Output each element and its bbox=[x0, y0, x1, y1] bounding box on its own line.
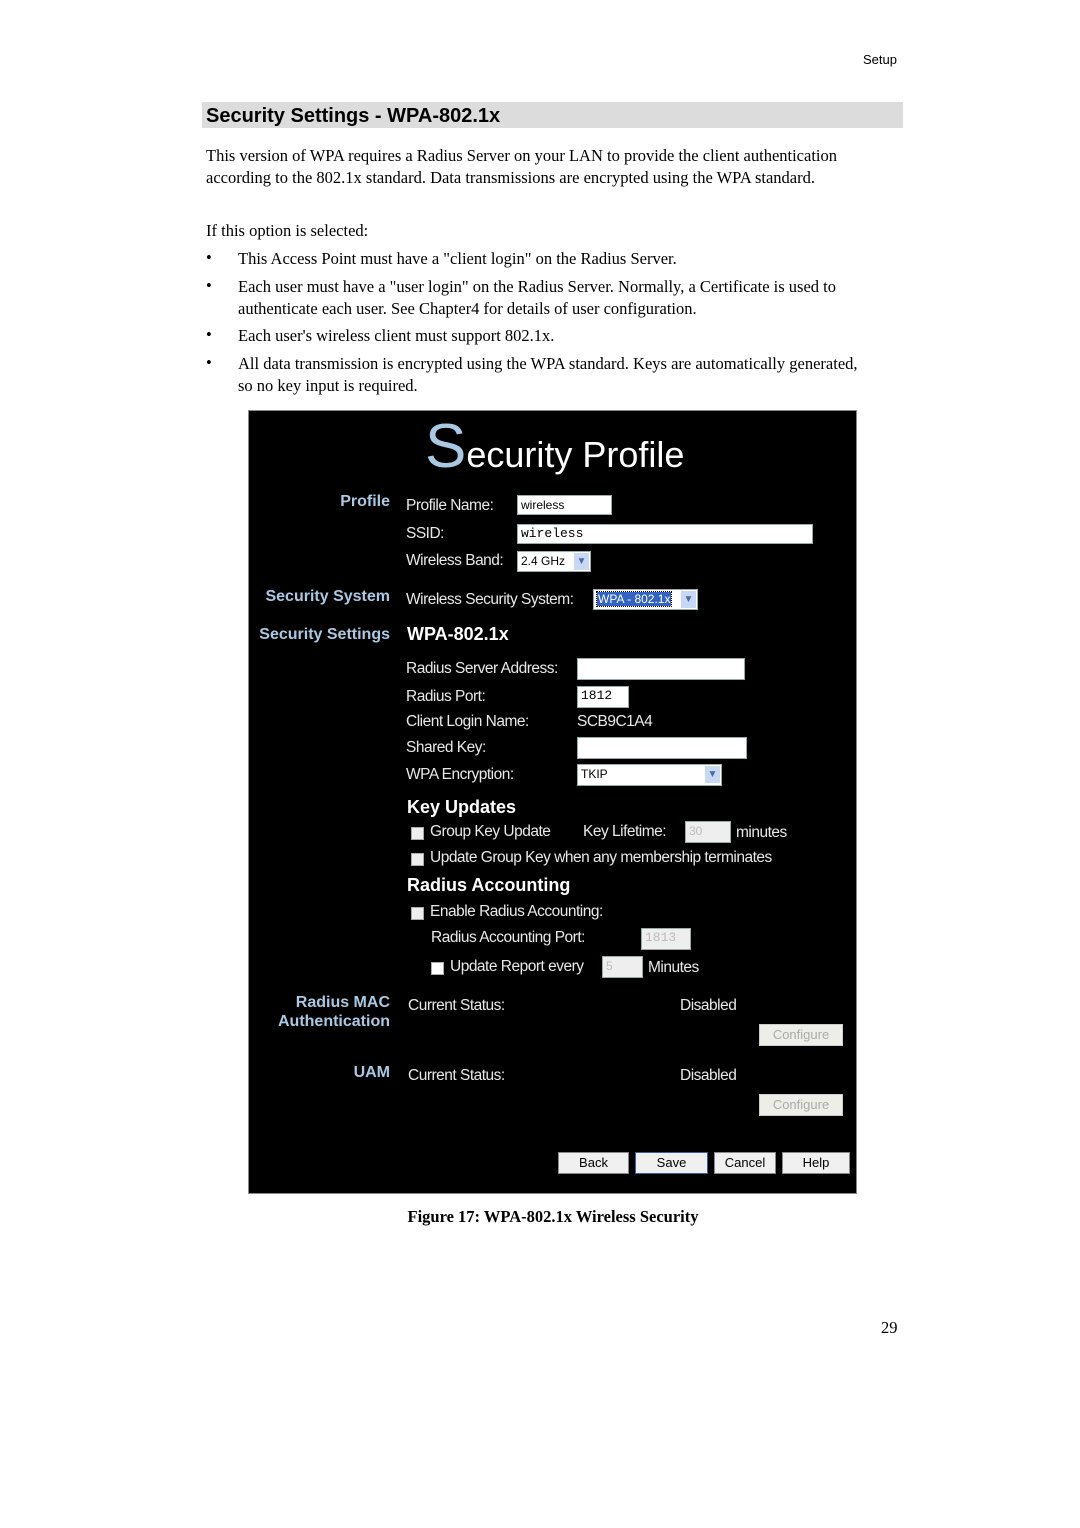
key-lifetime-label: Key Lifetime: bbox=[583, 823, 667, 840]
bullet-icon: • bbox=[206, 325, 212, 344]
profile-name-input[interactable]: wireless bbox=[517, 495, 612, 515]
enable-accounting-label: Enable Radius Accounting: bbox=[430, 903, 603, 920]
radius-port-label: Radius Port: bbox=[406, 688, 486, 705]
section-uam: UAM bbox=[353, 1064, 390, 1081]
section-security-settings: Security Settings bbox=[259, 626, 390, 643]
key-updates-heading: Key Updates bbox=[407, 797, 517, 817]
radius-server-label: Radius Server Address: bbox=[406, 660, 558, 677]
update-report-input[interactable]: 5 bbox=[602, 956, 643, 978]
encryption-label: WPA Encryption: bbox=[406, 766, 514, 783]
chevron-down-icon: ▼ bbox=[681, 591, 696, 608]
radius-port-input[interactable]: 1812 bbox=[577, 686, 629, 708]
radius-accounting-heading: Radius Accounting bbox=[407, 875, 571, 895]
chevron-down-icon: ▼ bbox=[574, 553, 589, 570]
wireless-band-label: Wireless Band: bbox=[406, 552, 504, 569]
encryption-select[interactable]: TKIP ▼ bbox=[577, 764, 722, 786]
cancel-button[interactable]: Cancel bbox=[714, 1152, 776, 1174]
security-profile-screenshot: Security Profile Profile Security System… bbox=[248, 410, 857, 1194]
bullet-item: This Access Point must have a "client lo… bbox=[238, 249, 677, 268]
bullet-icon: • bbox=[206, 353, 212, 372]
title-rest: ecurity Profile bbox=[466, 434, 685, 475]
intro-paragraph: This version of WPA requires a Radius Se… bbox=[206, 146, 837, 187]
group-key-update-checkbox[interactable] bbox=[411, 827, 424, 840]
uam-status-value: Disabled bbox=[680, 1067, 737, 1084]
shared-key-input[interactable] bbox=[577, 737, 747, 759]
radius-server-input[interactable] bbox=[577, 658, 745, 680]
section-radius-mac: Radius MAC bbox=[295, 994, 390, 1011]
page-number: 29 bbox=[881, 1318, 898, 1337]
security-system-label: Wireless Security System: bbox=[406, 591, 574, 608]
encryption-value: TKIP bbox=[581, 767, 608, 781]
group-key-update-label: Group Key Update bbox=[430, 823, 551, 840]
accounting-port-label: Radius Accounting Port: bbox=[431, 929, 585, 946]
figure-caption: Figure 17: WPA-802.1x Wireless Security bbox=[407, 1207, 699, 1226]
section-authentication: Authentication bbox=[278, 1013, 390, 1030]
minutes-label: Minutes bbox=[648, 959, 699, 976]
bullet-icon: • bbox=[206, 248, 212, 267]
ssid-input[interactable]: wireless bbox=[517, 524, 813, 544]
band-value: 2.4 GHz bbox=[521, 554, 566, 568]
chevron-down-icon: ▼ bbox=[705, 766, 720, 783]
minutes-label: minutes bbox=[736, 824, 787, 841]
key-lifetime-input[interactable]: 30 bbox=[685, 821, 731, 843]
mac-status-value: Disabled bbox=[680, 997, 737, 1014]
bullet-item: Each user must have a "user login" on th… bbox=[238, 277, 836, 318]
section-title: Security Settings - WPA-802.1x bbox=[202, 102, 903, 128]
running-header: Setup bbox=[863, 52, 897, 67]
section-profile: Profile bbox=[340, 493, 390, 510]
uam-configure-button[interactable]: Configure bbox=[759, 1094, 843, 1116]
update-report-label: Update Report every bbox=[450, 958, 584, 975]
ssid-label: SSID: bbox=[406, 525, 444, 542]
section-security-system: Security System bbox=[265, 588, 390, 605]
uam-status-label: Current Status: bbox=[408, 1067, 505, 1084]
update-on-terminate-label: Update Group Key when any membership ter… bbox=[430, 849, 772, 866]
wireless-band-select[interactable]: 2.4 GHz ▼ bbox=[517, 551, 591, 572]
client-login-value: SCB9C1A4 bbox=[577, 713, 653, 730]
bullet-item: Each user's wireless client must support… bbox=[238, 326, 555, 345]
security-system-select[interactable]: WPA - 802.1x ▼ bbox=[593, 589, 698, 610]
if-selected-text: If this option is selected: bbox=[206, 221, 369, 240]
save-button[interactable]: Save bbox=[635, 1152, 708, 1174]
mac-configure-button[interactable]: Configure bbox=[759, 1024, 843, 1046]
accounting-port-input[interactable]: 1813 bbox=[641, 928, 691, 950]
bullet-item: All data transmission is encrypted using… bbox=[238, 354, 858, 395]
shared-key-label: Shared Key: bbox=[406, 739, 486, 756]
back-button[interactable]: Back bbox=[558, 1152, 629, 1174]
help-button[interactable]: Help bbox=[782, 1152, 850, 1174]
security-system-value: WPA - 802.1x bbox=[595, 591, 673, 607]
mac-status-label: Current Status: bbox=[408, 997, 505, 1014]
settings-heading: WPA-802.1x bbox=[407, 624, 509, 644]
profile-name-label: Profile Name: bbox=[406, 497, 494, 514]
screen-title: Security Profile bbox=[425, 411, 684, 482]
bullet-icon: • bbox=[206, 276, 212, 295]
client-login-label: Client Login Name: bbox=[406, 713, 529, 730]
enable-accounting-checkbox[interactable] bbox=[411, 907, 424, 920]
update-report-checkbox[interactable] bbox=[431, 962, 444, 975]
title-initial: S bbox=[425, 412, 467, 481]
update-on-terminate-checkbox[interactable] bbox=[411, 853, 424, 866]
document-page: Setup Security Settings - WPA-802.1x Thi… bbox=[0, 0, 1080, 1528]
